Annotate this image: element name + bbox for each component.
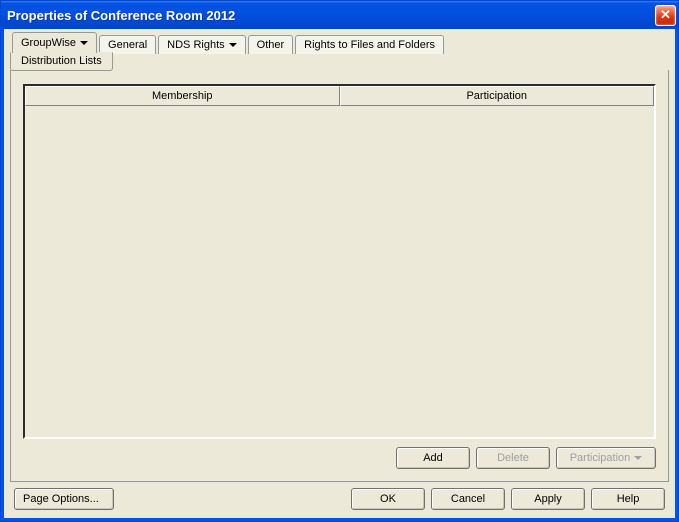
- tab-groupwise[interactable]: GroupWise: [12, 32, 97, 53]
- button-label: Add: [423, 452, 443, 464]
- subtab-strip: Distribution Lists: [10, 52, 669, 71]
- tab-rights-files[interactable]: Rights to Files and Folders: [295, 35, 444, 54]
- grid-actions: Add Delete Participation: [23, 439, 656, 471]
- chevron-down-icon: [634, 456, 642, 460]
- tab-label: GroupWise: [21, 37, 76, 49]
- add-button[interactable]: Add: [396, 447, 470, 469]
- apply-button[interactable]: Apply: [511, 488, 585, 510]
- chevron-down-icon: [229, 43, 237, 47]
- chevron-down-icon: [80, 41, 88, 45]
- delete-button: Delete: [476, 447, 550, 469]
- close-button[interactable]: ✕: [655, 5, 676, 26]
- tab-strip: GroupWise General NDS Rights Other Right…: [10, 32, 669, 53]
- titlebar: Properties of Conference Room 2012 ✕: [1, 1, 678, 29]
- help-button[interactable]: Help: [591, 488, 665, 510]
- column-label: Membership: [152, 90, 213, 102]
- tab-other[interactable]: Other: [248, 35, 294, 54]
- participation-button: Participation: [556, 447, 656, 469]
- grid-header: Membership Participation: [25, 86, 654, 106]
- window: Properties of Conference Room 2012 ✕ Gro…: [0, 0, 679, 522]
- button-label: Page Options...: [23, 493, 99, 505]
- subtab-label: Distribution Lists: [21, 55, 102, 67]
- window-title: Properties of Conference Room 2012: [7, 8, 655, 23]
- tab-label: Rights to Files and Folders: [304, 39, 435, 51]
- tab-nds-rights[interactable]: NDS Rights: [158, 35, 245, 54]
- button-label: Participation: [570, 452, 631, 464]
- client-area: GroupWise General NDS Rights Other Right…: [1, 29, 678, 521]
- button-label: Cancel: [451, 493, 485, 505]
- close-icon: ✕: [660, 7, 671, 23]
- subtab-distribution-lists[interactable]: Distribution Lists: [10, 52, 113, 71]
- tab-label: NDS Rights: [167, 39, 224, 51]
- tab-panel: Membership Participation Add Delete Part…: [10, 70, 669, 482]
- button-label: Apply: [534, 493, 562, 505]
- button-label: Delete: [497, 452, 529, 464]
- dialog-button-bar: Page Options... OK Cancel Apply Help: [10, 482, 669, 512]
- column-membership[interactable]: Membership: [25, 86, 340, 106]
- button-label: Help: [617, 493, 640, 505]
- tab-label: General: [108, 39, 147, 51]
- page-options-button[interactable]: Page Options...: [14, 488, 114, 510]
- column-participation[interactable]: Participation: [340, 86, 655, 106]
- tab-label: Other: [257, 39, 285, 51]
- button-label: OK: [380, 493, 396, 505]
- membership-grid[interactable]: Membership Participation: [23, 84, 656, 439]
- ok-button[interactable]: OK: [351, 488, 425, 510]
- column-label: Participation: [466, 90, 527, 102]
- grid-body[interactable]: [25, 106, 654, 437]
- cancel-button[interactable]: Cancel: [431, 488, 505, 510]
